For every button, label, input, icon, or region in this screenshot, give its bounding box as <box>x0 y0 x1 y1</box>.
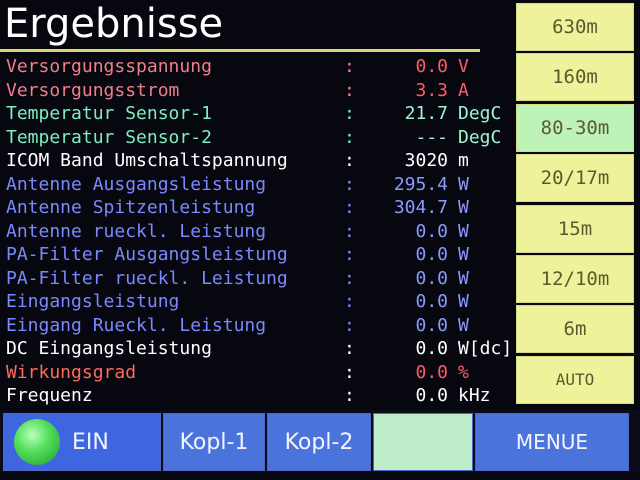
row-unit: W <box>458 267 469 289</box>
title-underline <box>0 49 480 52</box>
row-label: Temperatur Sensor-2 <box>6 126 212 148</box>
row-input-power: Eingangsleistung : 0.0 W <box>6 290 514 314</box>
band-button-80-30m[interactable]: 80-30m <box>516 103 634 152</box>
row-unit: W[dc] <box>458 338 513 359</box>
row-temperature-sensor-2: Temperatur Sensor-2 : --- DegC <box>6 126 514 150</box>
row-pa-filter-output-power: PA-Filter Ausgangsleistung : 0.0 W <box>6 243 514 267</box>
band-selector: 630m 160m 80-30m 20/17m 15m 12/10m 6m AU… <box>516 3 634 406</box>
row-unit: kHz <box>458 385 491 406</box>
row-unit: W <box>458 197 469 218</box>
row-separator: : <box>344 338 355 359</box>
row-value: 0.0 <box>415 220 448 242</box>
row-antenna-reflected-power: Antenne rueckl. Leistung : 0.0 W <box>6 220 514 244</box>
coupler-2-button[interactable]: Kopl-2 <box>267 413 371 471</box>
row-separator: : <box>344 385 355 406</box>
faded-status-button[interactable] <box>373 413 473 471</box>
power-led-icon <box>14 419 60 465</box>
row-supply-current: Versorgungsstrom : 3.3 A <box>6 79 514 103</box>
row-temperature-sensor-1: Temperatur Sensor-1 : 21.7 DegC <box>6 102 514 126</box>
row-separator: : <box>344 56 355 77</box>
row-value: 3.3 <box>415 79 448 101</box>
row-unit: W <box>458 244 469 265</box>
row-value: --- <box>415 126 448 148</box>
row-label: Versorgungsstrom <box>6 79 180 101</box>
row-unit: A <box>458 79 469 101</box>
row-separator: : <box>344 267 355 289</box>
row-label: PA-Filter Ausgangsleistung <box>6 244 288 265</box>
row-unit: V <box>458 56 469 77</box>
row-separator: : <box>344 173 355 195</box>
row-label: DC Eingangsleistung <box>6 338 212 359</box>
row-label: Antenne Spitzenleistung <box>6 197 256 218</box>
row-value: 0.0 <box>415 244 448 265</box>
row-label: Versorgungsspannung <box>6 56 212 77</box>
row-unit: W <box>458 291 469 312</box>
row-icom-band-voltage: ICOM Band Umschaltspannung : 3020 m <box>6 149 514 173</box>
row-value: 3020 <box>404 150 448 171</box>
row-label: Antenne rueckl. Leistung <box>6 220 267 242</box>
coupler-1-button[interactable]: Kopl-1 <box>163 413 265 471</box>
row-label: Wirkungsgrad <box>6 361 137 383</box>
row-value: 0.0 <box>415 56 448 77</box>
row-label: Eingang Rueckl. Leistung <box>6 314 267 336</box>
row-value: 0.0 <box>415 385 448 406</box>
row-label: PA-Filter rueckl. Leistung <box>6 267 288 289</box>
row-separator: : <box>344 103 355 124</box>
row-value: 304.7 <box>393 197 448 218</box>
row-antenna-peak-power: Antenne Spitzenleistung : 304.7 W <box>6 196 514 220</box>
row-unit: DegC <box>458 103 502 124</box>
menu-button[interactable]: MENUE <box>475 413 629 471</box>
row-value: 0.0 <box>415 361 448 383</box>
band-button-160m[interactable]: 160m <box>516 53 634 102</box>
row-antenna-output-power: Antenne Ausgangsleistung : 295.4 W <box>6 173 514 197</box>
row-unit: % <box>458 361 469 383</box>
power-on-label: EIN <box>72 429 109 455</box>
row-label: Frequenz <box>6 385 93 406</box>
row-separator: : <box>344 291 355 312</box>
band-button-15m[interactable]: 15m <box>516 204 634 253</box>
row-separator: : <box>344 220 355 242</box>
row-separator: : <box>344 79 355 101</box>
row-label: Eingangsleistung <box>6 291 180 312</box>
row-separator: : <box>344 361 355 383</box>
power-on-button[interactable]: EIN <box>3 413 161 471</box>
row-value: 21.7 <box>404 103 448 124</box>
amplifier-results-screen: Ergebnisse Versorgungsspannung : 0.0 V V… <box>0 0 640 480</box>
row-unit: W <box>458 314 469 336</box>
row-value: 0.0 <box>415 291 448 312</box>
row-value: 0.0 <box>415 267 448 289</box>
band-button-6m[interactable]: 6m <box>516 305 634 354</box>
page-title: Ergebnisse <box>4 1 224 47</box>
band-button-630m[interactable]: 630m <box>516 3 634 51</box>
row-supply-voltage: Versorgungsspannung : 0.0 V <box>6 55 514 79</box>
row-dc-input-power: DC Eingangsleistung : 0.0 W[dc] <box>6 337 514 361</box>
row-pa-filter-reflected-power: PA-Filter rueckl. Leistung : 0.0 W <box>6 267 514 291</box>
row-separator: : <box>344 244 355 265</box>
row-unit: DegC <box>458 126 502 148</box>
row-label: ICOM Band Umschaltspannung <box>6 150 288 171</box>
row-separator: : <box>344 126 355 148</box>
band-button-12-10m[interactable]: 12/10m <box>516 254 634 303</box>
row-value: 0.0 <box>415 338 448 359</box>
row-label: Temperatur Sensor-1 <box>6 103 212 124</box>
row-unit: W <box>458 220 469 242</box>
row-unit: W <box>458 173 469 195</box>
row-unit: m <box>458 150 469 171</box>
row-separator: : <box>344 150 355 171</box>
bottom-button-bar: EIN Kopl-1 Kopl-2 MENUE <box>0 410 640 472</box>
row-efficiency: Wirkungsgrad : 0.0 % <box>6 361 514 385</box>
measurement-list: Versorgungsspannung : 0.0 V Versorgungss… <box>6 55 514 408</box>
row-separator: : <box>344 314 355 336</box>
row-value: 0.0 <box>415 314 448 336</box>
row-separator: : <box>344 197 355 218</box>
row-value: 295.4 <box>393 173 448 195</box>
band-button-auto[interactable]: AUTO <box>516 355 634 404</box>
row-label: Antenne Ausgangsleistung <box>6 173 267 195</box>
band-button-20-17m[interactable]: 20/17m <box>516 154 634 203</box>
row-input-reflected-power: Eingang Rueckl. Leistung : 0.0 W <box>6 314 514 338</box>
row-frequency: Frequenz : 0.0 kHz <box>6 384 514 408</box>
